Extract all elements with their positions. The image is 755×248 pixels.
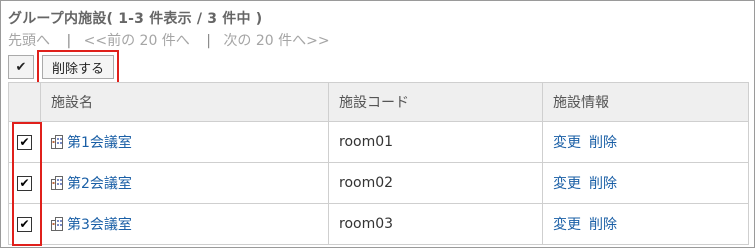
facility-icon [51, 135, 63, 149]
header-checkbox-cell [8, 82, 41, 122]
pager-first-link[interactable]: 先頭へ [8, 33, 50, 49]
column-header-name: 施設名 [40, 82, 329, 122]
column-header-code: 施設コード [328, 82, 543, 122]
facility-name-cell: 第1会議室 [40, 121, 329, 163]
column-header-info: 施設情報 [542, 82, 749, 122]
facility-info-cell: 変更 削除 [542, 162, 749, 204]
facility-name-link[interactable]: 第2会議室 [67, 173, 132, 193]
table-row: ✔ 第2会議室 room02 変更 削除 [8, 162, 749, 204]
table-row: ✔ 第3会議室 room03 変更 削除 [8, 203, 749, 245]
facility-info-cell: 変更 削除 [542, 121, 749, 163]
facility-icon [51, 176, 63, 190]
facility-table: 施設名 施設コード 施設情報 ✔ 第1会議室 room01 変更 削除 ✔ 第2… [8, 82, 749, 245]
facility-name-cell: 第2会議室 [40, 162, 329, 204]
edit-link[interactable]: 変更 [553, 217, 581, 233]
facility-name-link[interactable]: 第1会議室 [67, 132, 132, 152]
facility-code-cell: room03 [328, 203, 543, 245]
pager-separator: | [206, 33, 211, 49]
facility-name-cell: 第3会議室 [40, 203, 329, 245]
facility-list-panel: グループ内施設( 1-3 件表示 / 3 件中 ) 先頭へ | <<前の 20 … [0, 0, 755, 248]
table-row: ✔ 第1会議室 room01 変更 削除 [8, 121, 749, 163]
facility-code-cell: room02 [328, 162, 543, 204]
facility-icon [51, 217, 63, 231]
delete-link[interactable]: 削除 [589, 176, 617, 192]
delete-link[interactable]: 削除 [589, 135, 617, 151]
page-title: グループ内施設( 1-3 件表示 / 3 件中 ) [8, 11, 263, 27]
delete-link[interactable]: 削除 [589, 217, 617, 233]
pager-separator: | [66, 33, 72, 49]
pagination: 先頭へ | <<前の 20 件へ | 次の 20 件へ>> [8, 30, 336, 50]
facility-code-cell: room01 [328, 121, 543, 163]
check-icon: ✔ [15, 59, 27, 75]
pager-next-link[interactable]: 次の 20 件へ>> [223, 33, 329, 49]
edit-link[interactable]: 変更 [553, 135, 581, 151]
edit-link[interactable]: 変更 [553, 176, 581, 192]
select-all-button[interactable]: ✔ [8, 55, 34, 79]
highlight-delete-button [37, 50, 119, 86]
facility-info-cell: 変更 削除 [542, 203, 749, 245]
facility-name-link[interactable]: 第3会議室 [67, 214, 132, 234]
pager-prev-link[interactable]: <<前の 20 件へ [84, 33, 190, 49]
highlight-row-checkboxes [12, 122, 42, 246]
table-header-row: 施設名 施設コード 施設情報 [8, 82, 749, 122]
